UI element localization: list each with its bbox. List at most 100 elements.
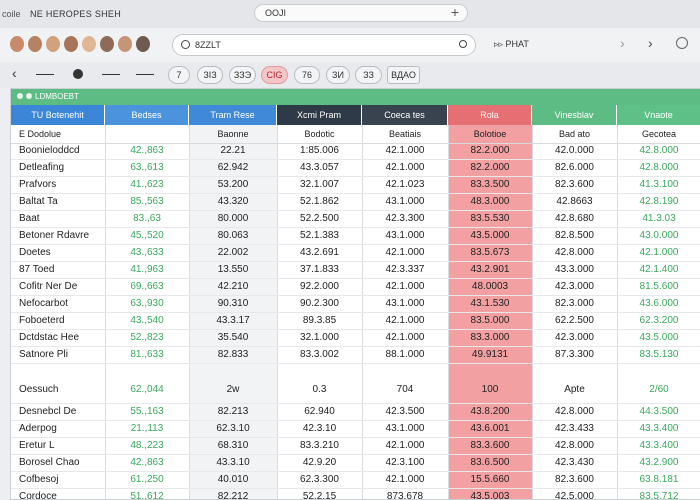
- table-cell[interactable]: 1:85.006: [277, 143, 362, 159]
- avatar[interactable]: [10, 36, 24, 52]
- minimize-icon[interactable]: [26, 93, 32, 99]
- row-label[interactable]: Borosel Chao: [11, 455, 113, 471]
- row-label[interactable]: Nefocarbot: [11, 296, 113, 312]
- row-label[interactable]: Eretur L: [11, 438, 113, 454]
- table-row[interactable]: Baltat Ta 85.,563 43.320 52.1.862 43.1.000 48…: [11, 194, 700, 211]
- table-row[interactable]: Prafvors 41.,623 53.200 32.1.007 42.1.023 83.…: [11, 177, 700, 194]
- table-cell[interactable]: 89.3.85: [277, 313, 362, 329]
- table-cell[interactable]: 42.9.20: [277, 455, 362, 471]
- table-row[interactable]: Cordoce 51.,612 82.212 52.2.15 873.678 43.5.0…: [11, 489, 700, 499]
- column-header[interactable]: Coeca tes: [362, 105, 448, 125]
- row-label[interactable]: Satnore Pli: [11, 347, 113, 363]
- table-cell[interactable]: 42.3.10: [277, 421, 362, 437]
- avatar[interactable]: [100, 36, 114, 52]
- table-cell[interactable]: 48.3.000: [448, 194, 532, 210]
- avatar[interactable]: [46, 36, 60, 52]
- table-cell[interactable]: 100: [448, 382, 532, 398]
- table-cell[interactable]: 15.5.660: [448, 472, 532, 488]
- column-header[interactable]: Tram Rese: [189, 105, 277, 125]
- table-cell[interactable]: 42.0.000: [532, 143, 617, 159]
- table-cell[interactable]: 42.3.000: [532, 330, 617, 346]
- table-cell[interactable]: 52.,823: [105, 330, 189, 346]
- table-cell[interactable]: 43.1.530: [448, 296, 532, 312]
- table-cell[interactable]: 42.8.000: [532, 245, 617, 261]
- clear-icon[interactable]: [459, 40, 467, 48]
- table-cell[interactable]: 83.3.500: [448, 177, 532, 193]
- table-row[interactable]: Oessuch 62.,044 2w 0.3 704 100 Apte 2/60: [11, 376, 700, 404]
- column-header[interactable]: Xcmi Pram: [277, 105, 362, 125]
- row-label[interactable]: Baat: [11, 211, 113, 227]
- table-cell[interactable]: 43.3.400: [617, 438, 700, 454]
- table-cell[interactable]: 35.540: [189, 330, 277, 346]
- table-cell[interactable]: Apte: [532, 382, 617, 398]
- table-cell[interactable]: 82.3.600: [532, 472, 617, 488]
- table-cell[interactable]: 42.3.300: [362, 211, 448, 227]
- row-label[interactable]: Cordoce: [11, 489, 113, 499]
- table-cell[interactable]: 43.2.900: [617, 455, 700, 471]
- table-cell[interactable]: 32.1.007: [277, 177, 362, 193]
- table-cell[interactable]: 44.3.500: [617, 404, 700, 420]
- table-cell[interactable]: 43.1.000: [362, 296, 448, 312]
- table-cell[interactable]: 43.8.200: [448, 404, 532, 420]
- row-label[interactable]: Cofbesoj: [11, 472, 113, 488]
- table-cell[interactable]: 52.2.500: [277, 211, 362, 227]
- table-cell[interactable]: 82.8.500: [532, 228, 617, 244]
- table-cell[interactable]: 42.1.000: [362, 279, 448, 295]
- column-header[interactable]: Vnaote: [617, 105, 700, 125]
- table-cell[interactable]: 63.,613: [105, 160, 189, 176]
- table-cell[interactable]: 83.5.530: [448, 211, 532, 227]
- table-cell[interactable]: 42.,863: [105, 455, 189, 471]
- table-cell[interactable]: 69.,663: [105, 279, 189, 295]
- avatar[interactable]: [28, 36, 42, 52]
- row-label[interactable]: Detleafing: [11, 160, 113, 176]
- close-icon[interactable]: [17, 93, 23, 99]
- table-cell[interactable]: 2w: [189, 382, 277, 398]
- table-cell[interactable]: 82.2.000: [448, 143, 532, 159]
- app-menu-label[interactable]: coile: [2, 9, 21, 19]
- table-cell[interactable]: 873.678: [362, 489, 448, 499]
- table-row[interactable]: Foboeterd 43.,540 43.3.17 89.3.85 42.1.000 83…: [11, 313, 700, 330]
- table-cell[interactable]: 42.5.000: [532, 489, 617, 499]
- table-cell[interactable]: 43.6.000: [617, 296, 700, 312]
- table-cell[interactable]: 21.,113: [105, 421, 189, 437]
- table-cell[interactable]: 43.1.000: [362, 421, 448, 437]
- table-row[interactable]: Eretur L 48.,223 68.310 83.3.210 42.1.000 83.…: [11, 438, 700, 455]
- filter-chip[interactable]: ЗІЗ: [197, 66, 223, 84]
- table-cell[interactable]: 22.002: [189, 245, 277, 261]
- column-header[interactable]: Rola: [448, 105, 532, 125]
- row-label[interactable]: Dctdstac Hee: [11, 330, 113, 346]
- table-cell[interactable]: 83.3.600: [448, 438, 532, 454]
- row-label[interactable]: Aderpog: [11, 421, 113, 437]
- table-cell[interactable]: 40.010: [189, 472, 277, 488]
- table-row[interactable]: Cofbesoj 61.,250 40.010 62.3.300 42.1.000 15.…: [11, 472, 700, 489]
- table-cell[interactable]: 62.3.10: [189, 421, 277, 437]
- table-cell[interactable]: 53.200: [189, 177, 277, 193]
- back-icon[interactable]: ‹: [12, 65, 17, 81]
- table-cell[interactable]: 82.212: [189, 489, 277, 499]
- table-cell[interactable]: 43.,633: [105, 245, 189, 261]
- table-cell[interactable]: 48.,223: [105, 438, 189, 454]
- table-row[interactable]: Betoner Rdavre 45.,520 80.063 52.1.383 43.1.…: [11, 228, 700, 245]
- avatar[interactable]: [118, 36, 132, 52]
- filter-chip[interactable]: ЗИ: [326, 66, 350, 84]
- table-cell[interactable]: 42.8.000: [532, 438, 617, 454]
- table-cell[interactable]: 43.3.000: [532, 262, 617, 278]
- table-cell[interactable]: 42.1.000: [617, 245, 700, 261]
- filter-chip[interactable]: 7: [168, 66, 190, 84]
- table-cell[interactable]: 43.0.000: [617, 228, 700, 244]
- table-cell[interactable]: 49.9131: [448, 347, 532, 363]
- table-cell[interactable]: 83.5.130: [617, 347, 700, 363]
- table-cell[interactable]: 82.3.600: [532, 177, 617, 193]
- table-cell[interactable]: 42.8.000: [617, 160, 700, 176]
- table-cell[interactable]: 81.5.600: [617, 279, 700, 295]
- table-cell[interactable]: 62.2.500: [532, 313, 617, 329]
- table-cell[interactable]: 92.2.000: [277, 279, 362, 295]
- table-cell[interactable]: 52.1.383: [277, 228, 362, 244]
- table-row[interactable]: Dctdstac Hee 52.,823 35.540 32.1.000 42.1.00…: [11, 330, 700, 347]
- table-row[interactable]: Aderpog 21.,113 62.3.10 42.3.10 43.1.000 43.6…: [11, 421, 700, 438]
- avatar[interactable]: [136, 36, 150, 52]
- table-row[interactable]: Satnore Pli 81.,633 82.833 83.3.002 88.1.000…: [11, 347, 700, 364]
- table-cell[interactable]: 42.3.000: [532, 279, 617, 295]
- avatar[interactable]: [82, 36, 96, 52]
- table-cell[interactable]: 42.210: [189, 279, 277, 295]
